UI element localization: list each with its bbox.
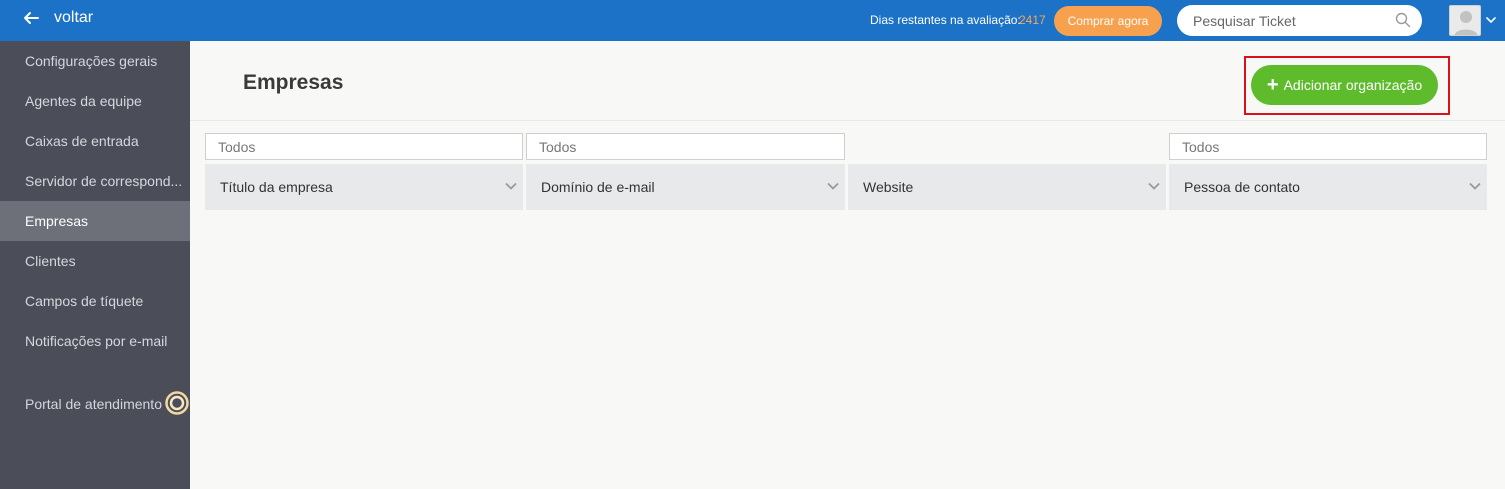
user-icon [1454,11,1478,35]
column-header-label: Pessoa de contato [1184,179,1300,195]
back-label: voltar [54,9,94,26]
sidebar-item-label: Caixas de entrada [25,133,139,149]
back-link[interactable]: voltar [22,9,93,27]
sidebar-item-mail-server[interactable]: Servidor de correspond... [0,161,190,201]
buy-now-button[interactable]: Comprar agora [1054,6,1162,36]
highlight-ring-icon [165,391,189,415]
sidebar-item-label: Configurações gerais [25,53,158,69]
sidebar-item-inboxes[interactable]: Caixas de entrada [0,121,190,161]
add-organization-label: Adicionar organização [1283,77,1423,93]
companies-table: Título da empresa Domínio de e-mail Webs… [190,122,1505,489]
top-bar: voltar Dias restantes na avaliação: 2417… [0,0,1505,41]
chevron-down-icon[interactable] [1486,16,1496,24]
page-title: Empresas [243,71,344,94]
sidebar-item-team-agents[interactable]: Agentes da equipe [0,81,190,121]
trial-days-count: 2417 [1019,13,1046,27]
chevron-down-icon [827,182,839,190]
column-header-label: Título da empresa [220,179,333,195]
page-header: Empresas + Adicionar organização [190,41,1505,121]
column-header-website[interactable]: Website [848,164,1166,210]
column-header-label: Website [863,179,914,195]
sidebar-item-label: Agentes da equipe [25,93,142,109]
sidebar-item-support-portal[interactable]: Portal de atendimento [0,384,190,424]
arrow-left-icon [24,12,39,24]
filter-contact-person [1169,133,1487,160]
column-header-contact-person[interactable]: Pessoa de contato [1169,164,1487,210]
ticket-search-input[interactable] [1193,11,1388,30]
settings-sidebar: Configurações gerais Agentes da equipe C… [0,41,190,489]
filter-company-title-input[interactable] [206,134,522,159]
sidebar-item-companies[interactable]: Empresas [0,201,190,241]
column-header-email-domain[interactable]: Domínio de e-mail [526,164,845,210]
add-organization-button[interactable]: + Adicionar organização [1251,65,1438,105]
sidebar-item-general-settings[interactable]: Configurações gerais [0,41,190,81]
filter-email-domain-input[interactable] [527,134,844,159]
sidebar-item-label: Notificações por e-mail [25,333,168,349]
filter-email-domain [526,133,845,160]
sidebar-item-label: Campos de tíquete [25,293,144,309]
sidebar-item-label: Clientes [25,253,76,269]
sidebar-item-label: Portal de atendimento [25,396,162,412]
search-icon[interactable] [1395,12,1411,28]
sidebar-item-clients[interactable]: Clientes [0,241,190,281]
filter-contact-person-input[interactable] [1170,134,1486,159]
chevron-down-icon [505,182,517,190]
user-avatar[interactable] [1449,5,1481,36]
column-header-label: Domínio de e-mail [541,179,655,195]
chevron-down-icon [1469,182,1481,190]
filter-company-title [205,133,523,160]
ticket-search [1177,5,1422,36]
trial-days-label: Dias restantes na avaliação: [870,13,1021,27]
plus-icon: + [1266,74,1279,96]
sidebar-item-email-notifications[interactable]: Notificações por e-mail [0,321,190,361]
chevron-down-icon [1148,182,1160,190]
column-header-company-title[interactable]: Título da empresa [205,164,523,210]
sidebar-item-label: Empresas [25,213,89,229]
sidebar-item-label: Servidor de correspond... [25,173,183,189]
sidebar-item-ticket-fields[interactable]: Campos de tíquete [0,281,190,321]
